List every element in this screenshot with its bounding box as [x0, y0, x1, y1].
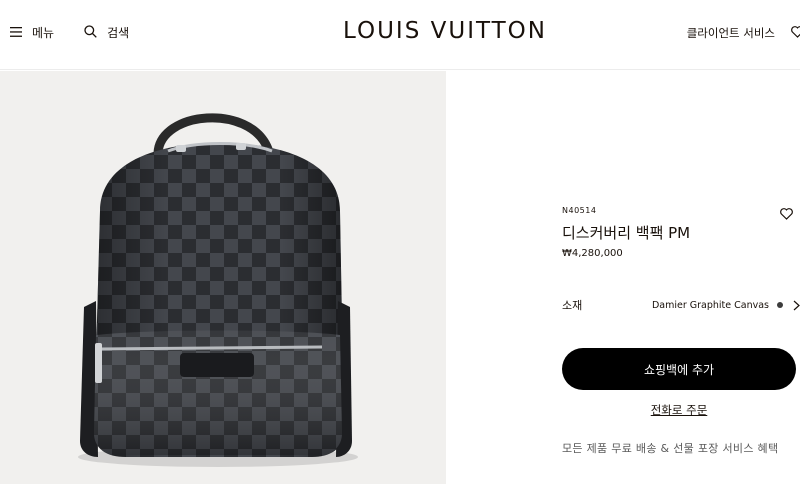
search-icon [84, 24, 97, 41]
heart-icon[interactable] [791, 25, 800, 41]
menu-icon [10, 26, 22, 40]
add-to-cart-button[interactable]: 쇼핑백에 추가 [562, 348, 796, 390]
product-name: 디스커버리 백팩 PM [562, 224, 691, 242]
menu-label: 메뉴 [32, 26, 55, 40]
search-label: 검색 [107, 26, 130, 40]
product-image-backpack [78, 113, 358, 467]
search-button[interactable]: 검색 [84, 24, 129, 41]
product-sku: N40514 [562, 206, 597, 215]
client-service-link[interactable]: 클라이언트 서비스 [687, 25, 775, 41]
product-image-panel[interactable] [0, 71, 446, 484]
product-info-panel: N40514 디스커버리 백팩 PM ₩4,280,000 소재 Damier … [446, 71, 800, 484]
top-header: 메뉴 검색 LOUIS VUITTON 클라이언트 서비스 [0, 0, 800, 70]
material-selector[interactable]: 소재 Damier Graphite Canvas [562, 296, 800, 314]
benefits-text: 모든 제품 무료 배송 & 선물 포장 서비스 혜택 [562, 442, 779, 455]
menu-button[interactable]: 메뉴 [10, 24, 54, 41]
chevron-right-icon [793, 296, 800, 315]
phone-order-link[interactable]: 전화로 주문 [562, 402, 796, 418]
header-left-nav: 메뉴 검색 [10, 24, 129, 41]
material-swatch [777, 302, 783, 308]
wishlist-heart-icon[interactable] [780, 205, 793, 224]
header-right-nav: 클라이언트 서비스 [687, 25, 800, 41]
product-price: ₩4,280,000 [562, 248, 623, 259]
brand-logo[interactable]: LOUIS VUITTON [343, 18, 547, 44]
material-value: Damier Graphite Canvas [651, 299, 769, 311]
material-label: 소재 [562, 299, 583, 312]
